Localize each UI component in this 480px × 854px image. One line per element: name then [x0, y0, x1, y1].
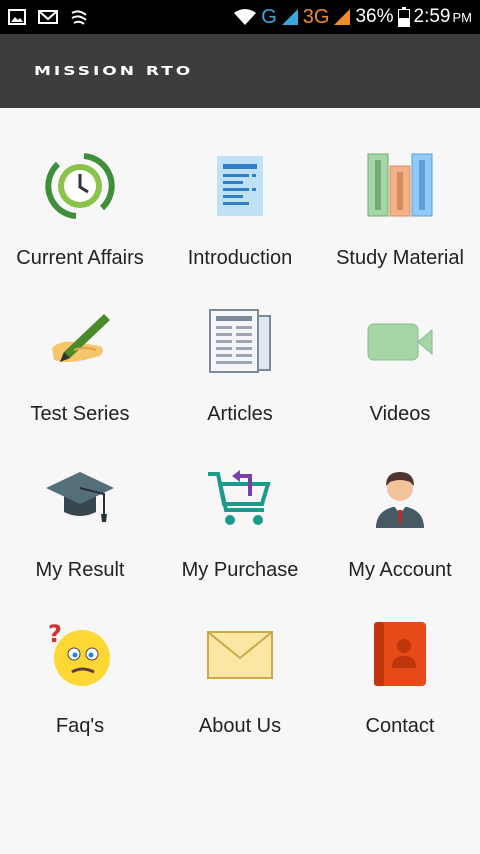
menu-item-label: Contact: [365, 715, 435, 737]
menu-item-study-material[interactable]: Study Material: [320, 150, 480, 306]
pen-writing-icon: [52, 314, 110, 362]
user-icon: [376, 472, 424, 528]
app-title: MISSION RTO: [34, 63, 194, 79]
menu-item-label: About Us: [198, 715, 282, 737]
swiftkey-notification-icon: [71, 10, 87, 25]
confused-face-icon: ?: [48, 620, 110, 686]
menu-item-label: My Result: [35, 559, 125, 581]
menu-item-label: Introduction: [187, 247, 293, 269]
menu-item-articles[interactable]: Articles: [160, 306, 320, 462]
network-g-label: G: [261, 5, 277, 28]
battery-icon: [397, 7, 410, 27]
menu-item-label: My Purchase: [181, 559, 299, 581]
menu-item-current-affairs[interactable]: Current Affairs: [0, 150, 160, 306]
menu-item-label: Study Material: [336, 247, 464, 269]
shopping-cart-icon: [208, 470, 271, 525]
gmail-notification-icon: [38, 10, 58, 24]
menu-item-my-account[interactable]: My Account: [320, 462, 480, 618]
menu-item-about-us[interactable]: About Us: [160, 618, 320, 774]
menu-item-my-purchase[interactable]: My Purchase: [160, 462, 320, 618]
menu-item-label: Videos: [369, 403, 431, 425]
graduation-cap-icon: [46, 472, 114, 522]
gallery-notification-icon: [8, 9, 26, 25]
books-icon: [367, 153, 433, 217]
menu-item-test-series[interactable]: Test Series: [0, 306, 160, 462]
network-3g-label: 3G: [302, 5, 330, 28]
menu-item-videos[interactable]: Videos: [320, 306, 480, 462]
menu-item-label: My Account: [348, 559, 452, 581]
wifi-icon: [234, 9, 257, 25]
battery-percentage: 36%: [355, 6, 394, 27]
svg-text:?: ?: [48, 620, 62, 648]
menu-item-my-result[interactable]: My Result: [0, 462, 160, 618]
signal-strength-3g-icon: [334, 9, 351, 25]
menu-item-label: Faq's: [55, 715, 105, 737]
clock-ampm: PM: [452, 9, 473, 25]
menu-item-label: Current Affairs: [16, 247, 144, 269]
status-left-icons: [8, 9, 88, 25]
document-icon: [217, 156, 263, 216]
menu-grid: Current Affairs Introduction Study Mater…: [0, 108, 480, 774]
menu-item-label: Test Series: [30, 403, 130, 425]
clock-time: 2:59: [413, 6, 451, 27]
stopwatch-icon: [45, 153, 115, 219]
status-right-icons: G 3G 36% 2:59 PM: [233, 6, 472, 29]
signal-strength-icon: [281, 9, 298, 25]
menu-item-contact[interactable]: Contact: [320, 618, 480, 774]
contact-book-icon: [374, 622, 426, 686]
app-bar: MISSION RTO: [0, 34, 480, 108]
newspaper-icon: [209, 309, 271, 373]
video-camera-icon: [367, 323, 433, 361]
menu-item-label: Articles: [207, 403, 273, 425]
menu-item-introduction[interactable]: Introduction: [160, 150, 320, 306]
menu-item-faqs[interactable]: ? Faq's: [0, 618, 160, 774]
status-bar: G 3G 36% 2:59 PM: [0, 0, 480, 34]
envelope-icon: [207, 631, 273, 679]
